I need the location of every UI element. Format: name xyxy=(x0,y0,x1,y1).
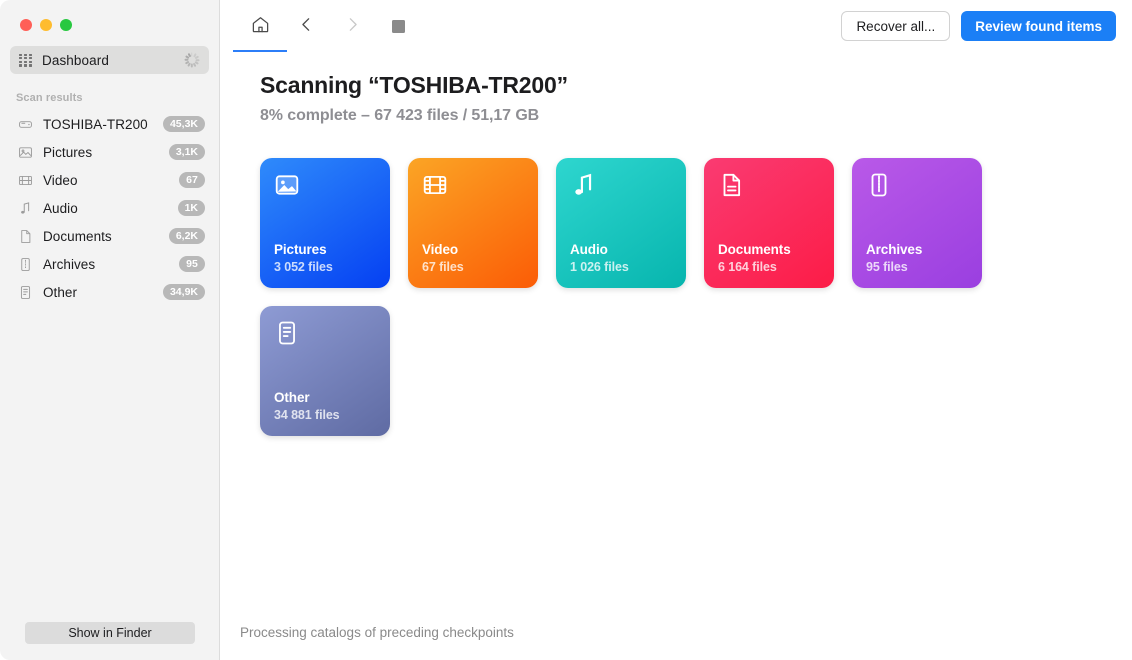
sidebar-item-other[interactable]: Other 34,9K xyxy=(0,278,219,306)
page-title: Scanning “TOSHIBA-TR200” xyxy=(260,72,1132,99)
app-window: Dashboard Scan results TOSHIBA-TR200 45,3… xyxy=(0,0,1132,660)
status-text: Processing catalogs of preceding checkpo… xyxy=(240,625,514,640)
toolbar: Recover all... Review found items xyxy=(220,0,1132,52)
archive-icon xyxy=(18,257,33,272)
sidebar-item-badge: 3,1K xyxy=(169,144,205,160)
sidebar-item-label: Dashboard xyxy=(42,53,174,68)
sidebar-item-badge: 1K xyxy=(178,200,205,216)
category-tile-name: Documents xyxy=(718,242,820,257)
category-tile-text: Other 34 881 files xyxy=(274,390,376,422)
category-tile-documents[interactable]: Documents 6 164 files xyxy=(704,158,834,288)
category-tile-count: 1 026 files xyxy=(570,260,672,274)
sidebar-item-audio[interactable]: Audio 1K xyxy=(0,194,219,222)
sidebar-nav-list: TOSHIBA-TR200 45,3K Pictures 3,1KVideo 67 Aud… xyxy=(0,110,219,306)
sidebar-item-badge: 95 xyxy=(179,256,205,272)
chevron-right-icon xyxy=(344,16,361,36)
show-in-finder-container: Show in Finder xyxy=(0,622,220,660)
content-area: Scanning “TOSHIBA-TR200” 8% complete – 6… xyxy=(220,52,1132,612)
category-tile-audio[interactable]: Audio 1 026 files xyxy=(556,158,686,288)
category-tile-name: Archives xyxy=(866,242,968,257)
film-icon xyxy=(18,173,33,188)
category-tile-count: 95 files xyxy=(866,260,968,274)
category-tile-text: Audio 1 026 files xyxy=(570,242,672,274)
category-tile-name: Other xyxy=(274,390,376,405)
category-tile-grid: Pictures 3 052 files Video 67 files Audio 1 0… xyxy=(260,158,1000,436)
sidebar: Dashboard Scan results TOSHIBA-TR200 45,3… xyxy=(0,0,220,660)
picture-icon xyxy=(18,145,33,160)
category-tile-name: Audio xyxy=(570,242,672,257)
category-tile-count: 34 881 files xyxy=(274,408,376,422)
archive-icon xyxy=(866,172,892,198)
recover-all-button[interactable]: Recover all... xyxy=(841,11,950,41)
sidebar-item-badge: 67 xyxy=(179,172,205,188)
forward-button[interactable] xyxy=(334,6,370,46)
home-icon xyxy=(251,15,270,37)
category-tile-text: Video 67 files xyxy=(422,242,524,274)
sidebar-item-dashboard[interactable]: Dashboard xyxy=(10,46,209,74)
sidebar-item-archives[interactable]: Archives 95 xyxy=(0,250,219,278)
category-tile-text: Archives 95 files xyxy=(866,242,968,274)
category-tile-text: Pictures 3 052 files xyxy=(274,242,376,274)
sidebar-section-label: Scan results xyxy=(0,74,219,110)
stop-scan-button[interactable] xyxy=(380,6,416,46)
traffic-lights xyxy=(0,0,219,31)
page-lines-icon xyxy=(18,285,33,300)
category-tile-count: 6 164 files xyxy=(718,260,820,274)
toolbar-nav-group xyxy=(242,6,416,46)
sidebar-item-documents[interactable]: Documents 6,2K xyxy=(0,222,219,250)
close-window-button[interactable] xyxy=(20,19,32,31)
page-lines-icon xyxy=(274,320,300,346)
main-panel: Recover all... Review found items Scanni… xyxy=(220,0,1132,660)
sidebar-item-label: Pictures xyxy=(43,145,159,160)
category-tile-video[interactable]: Video 67 files xyxy=(408,158,538,288)
minimize-window-button[interactable] xyxy=(40,19,52,31)
spinner-icon xyxy=(184,53,199,68)
category-tile-text: Documents 6 164 files xyxy=(718,242,820,274)
sidebar-item-label: Audio xyxy=(43,201,168,216)
chevron-left-icon xyxy=(298,16,315,36)
sidebar-item-label: Archives xyxy=(43,257,169,272)
document-icon xyxy=(18,229,33,244)
status-bar: Processing catalogs of preceding checkpo… xyxy=(220,612,1132,660)
category-tile-other[interactable]: Other 34 881 files xyxy=(260,306,390,436)
sidebar-item-badge: 6,2K xyxy=(169,228,205,244)
page-subtitle: 8% complete – 67 423 files / 51,17 GB xyxy=(260,107,1132,125)
disk-icon xyxy=(18,117,33,132)
category-tile-archives[interactable]: Archives 95 files xyxy=(852,158,982,288)
category-tile-count: 67 files xyxy=(422,260,524,274)
review-found-items-button[interactable]: Review found items xyxy=(961,11,1116,41)
sidebar-item-label: Documents xyxy=(43,229,159,244)
category-tile-name: Video xyxy=(422,242,524,257)
category-tile-count: 3 052 files xyxy=(274,260,376,274)
home-button[interactable] xyxy=(242,6,278,46)
sidebar-item-label: Video xyxy=(43,173,169,188)
show-in-finder-button[interactable]: Show in Finder xyxy=(25,622,195,644)
category-tile-name: Pictures xyxy=(274,242,376,257)
music-note-icon xyxy=(570,172,596,198)
picture-icon xyxy=(274,172,300,198)
sidebar-item-label: Other xyxy=(43,285,153,300)
sidebar-item-pictures[interactable]: Pictures 3,1K xyxy=(0,138,219,166)
grid-icon xyxy=(19,54,32,67)
back-button[interactable] xyxy=(288,6,324,46)
sidebar-item-label: TOSHIBA-TR200 xyxy=(43,117,153,132)
film-icon xyxy=(422,172,448,198)
zoom-window-button[interactable] xyxy=(60,19,72,31)
sidebar-item-badge: 34,9K xyxy=(163,284,205,300)
music-note-icon xyxy=(18,201,33,216)
sidebar-item-badge: 45,3K xyxy=(163,116,205,132)
stop-icon xyxy=(392,20,405,33)
sidebar-item-toshiba-tr200[interactable]: TOSHIBA-TR200 45,3K xyxy=(0,110,219,138)
category-tile-pictures[interactable]: Pictures 3 052 files xyxy=(260,158,390,288)
toolbar-actions: Recover all... Review found items xyxy=(841,11,1116,41)
document-icon xyxy=(718,172,744,198)
sidebar-item-video[interactable]: Video 67 xyxy=(0,166,219,194)
